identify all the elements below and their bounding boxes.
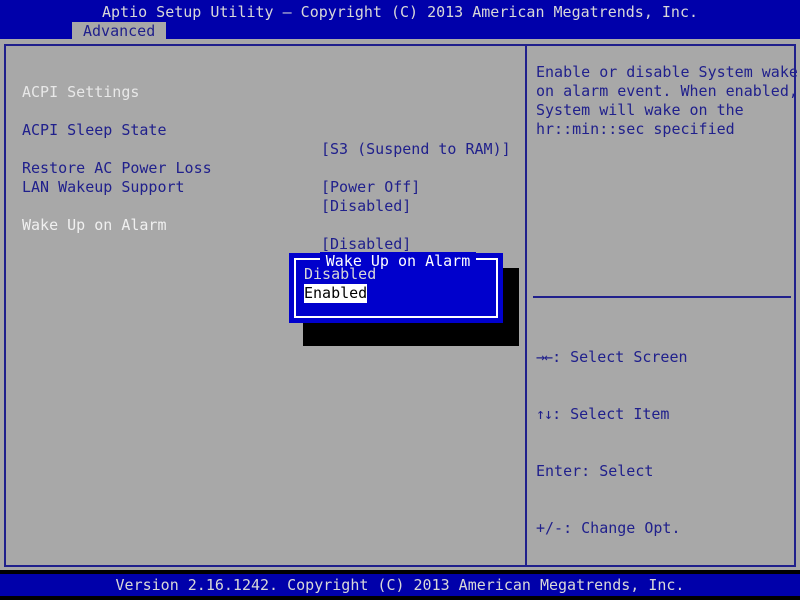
bios-setup-screen: Aptio Setup Utility – Copyright (C) 2013… [0,0,800,600]
app-title: Aptio Setup Utility – Copyright (C) 2013… [0,3,800,21]
wake-up-on-alarm-dialog: Wake Up on Alarm Disabled Enabled [289,253,503,323]
help-description: Enable or disable System wake on alarm e… [536,63,788,139]
title-bar: Aptio Setup Utility – Copyright (C) 2013… [0,0,800,22]
key-legend-desc: : Select Item [552,405,669,423]
key-legend-key: Enter [536,462,581,480]
tab-advanced[interactable]: Advanced [72,22,166,39]
select-item-arrows-icon: ↑↓ [536,405,552,423]
version-text: Version 2.16.1242. Copyright (C) 2013 Am… [0,576,800,594]
setting-row-acpi-sleep-state[interactable]: ACPI Sleep State [S3 (Suspend to RAM)] [0,102,525,121]
setting-row-lan-wakeup-support[interactable]: LAN Wakeup Support [Disabled] [0,159,525,178]
key-legend-row: ↑↓: Select Item [536,405,735,424]
setting-row-restore-ac-power-loss[interactable]: Restore AC Power Loss [Power Off] [0,140,525,159]
key-legend-row: +/-: Change Opt. [536,519,735,538]
tab-strip: Advanced [0,22,800,39]
key-legend-key: +/- [536,519,563,537]
setting-label: Wake Up on Alarm [22,216,167,235]
key-legend-desc: : Select Screen [552,348,687,366]
key-legend-desc: : Select [581,462,653,480]
dialog-option-enabled[interactable]: Enabled [304,284,367,303]
footer-bar: Version 2.16.1242. Copyright (C) 2013 Am… [0,574,800,596]
key-legend-desc: : Change Opt. [563,519,680,537]
key-legend-row: →←: Select Screen [536,348,735,367]
setting-label: ACPI Sleep State [22,121,167,140]
setting-row-wake-up-on-alarm[interactable]: Wake Up on Alarm [Disabled] [0,197,525,216]
dialog-option-disabled[interactable]: Disabled [304,265,376,284]
setting-label: LAN Wakeup Support [22,178,185,197]
setting-value[interactable]: [Power Off] [321,178,420,197]
dialog-border: Wake Up on Alarm Disabled Enabled [294,258,498,318]
key-legend: →←: Select Screen ↑↓: Select Item Enter:… [536,310,735,600]
help-separator [533,296,791,298]
section-heading-row: ACPI Settings [0,64,525,83]
select-screen-arrows-icon: →← [536,348,552,366]
section-heading: ACPI Settings [22,83,139,102]
help-pane: Enable or disable System wake on alarm e… [527,39,800,570]
key-legend-row: Enter: Select [536,462,735,481]
